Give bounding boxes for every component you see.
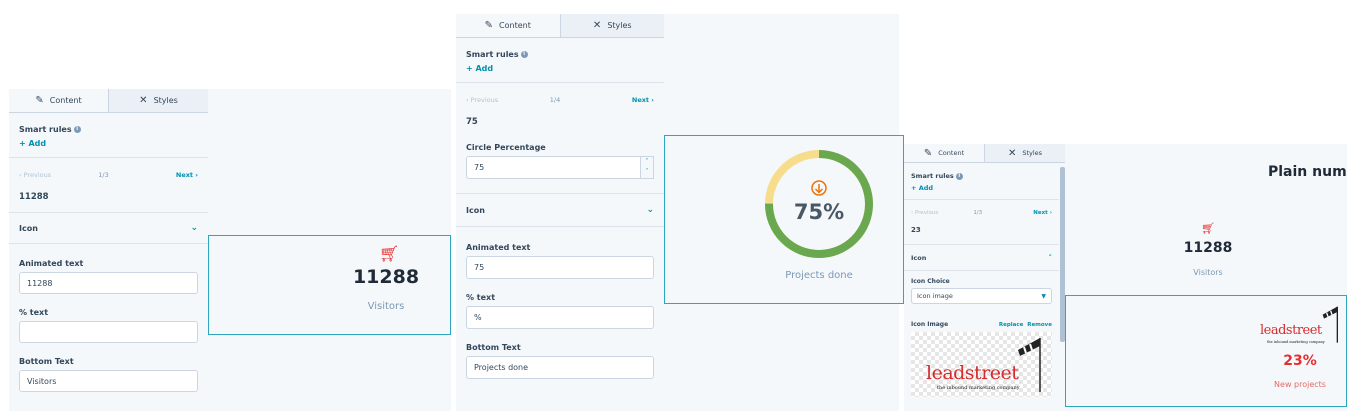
info-icon: i — [73, 126, 81, 133]
styles-icon: ✕ — [139, 95, 148, 106]
arrow-down-icon — [814, 184, 824, 194]
bottom-text-label: Bottom Text — [19, 357, 74, 366]
pencil-icon: ✎ — [35, 95, 44, 106]
pct-caption: New projects — [1274, 380, 1326, 389]
next-button[interactable]: Next › — [1033, 210, 1052, 216]
bottom-text-input[interactable]: Visitors — [19, 370, 198, 392]
circle-widget[interactable]: 75% Projects done — [664, 135, 904, 304]
page-count: 1/4 — [549, 96, 561, 104]
smart-rules-label: Smart rules i — [911, 172, 1052, 180]
tab-content[interactable]: ✎ Content — [456, 14, 560, 37]
chevron-up-icon[interactable]: ˄ — [646, 158, 649, 165]
animated-text-input[interactable]: 75 — [466, 256, 654, 279]
preview-caption: Visitors — [1193, 268, 1223, 277]
circle-percentage-label: Circle Percentage — [466, 143, 546, 152]
right-editor-panel: ✎ Content ✕ Styles Smart rules i + Add ‹ Pr… — [904, 144, 1065, 411]
cart-icon: 🛒︎ — [379, 244, 400, 263]
editor-tabs: ✎ Content ✕ Styles — [9, 89, 208, 113]
pct-text-label: % text — [19, 308, 49, 317]
icon-accordion[interactable]: Icon ⌄ — [456, 194, 664, 226]
pct-number: 23% — [1283, 353, 1317, 369]
animated-text-label: Animated text — [466, 243, 531, 252]
item-value: 23 — [911, 226, 921, 234]
animated-text-input[interactable]: 11288 — [19, 272, 198, 294]
styles-icon: ✕ — [592, 20, 602, 31]
item-value: 11288 — [19, 192, 49, 202]
bottom-text-input[interactable]: Projects done — [466, 356, 654, 379]
tab-content[interactable]: ✎ Content — [904, 144, 984, 162]
preview-heading: Plain num — [1268, 164, 1347, 180]
tab-styles[interactable]: ✕ Styles — [984, 144, 1065, 162]
circle-percentage-input[interactable]: 75 — [466, 156, 651, 179]
add-smart-rule-button[interactable]: + Add — [911, 184, 1052, 192]
icon-choice-label: Icon Choice — [911, 278, 950, 285]
smart-rules-label: Smart rules i — [466, 50, 654, 59]
info-icon: i — [955, 172, 963, 180]
previous-button[interactable]: ‹ Previous — [911, 210, 938, 216]
number-stepper[interactable]: ˄ ˅ — [640, 156, 654, 179]
icon-accordion[interactable]: Icon ˄ — [904, 245, 1059, 270]
left-number-widget[interactable]: 🛒︎ 11288 Visitors — [208, 235, 451, 335]
tab-content[interactable]: ✎ Content — [9, 89, 108, 112]
widget-number: 11288 — [352, 266, 420, 288]
tab-styles[interactable]: ✕ Styles — [108, 89, 208, 112]
tab-styles[interactable]: ✕ Styles — [559, 14, 664, 37]
add-smart-rule-button[interactable]: + Add — [466, 64, 654, 73]
pct-text-input[interactable]: % — [466, 306, 654, 329]
widget-caption: Visitors — [367, 301, 405, 312]
left-editor-panel: ✎ Content ✕ Styles Smart rules i + Add ‹ Pr… — [9, 89, 208, 411]
chevron-down-icon: ⌄ — [190, 223, 198, 233]
bottom-text-label: Bottom Text — [466, 343, 521, 352]
pencil-icon: ✎ — [923, 147, 933, 159]
next-button[interactable]: Next › — [632, 96, 654, 104]
pct-text-input[interactable] — [19, 321, 198, 343]
animated-text-label: Animated text — [19, 259, 84, 268]
preview-number: 11288 — [1183, 240, 1233, 256]
page-count: 1/3 — [973, 210, 983, 216]
leadstreet-tagline: the inbound marketing company — [1267, 340, 1325, 344]
smart-rules-label: Smart rules i — [19, 125, 198, 134]
middle-editor-panel: ✎ Content ✕ Styles Smart rules i + Add ‹ Pr… — [456, 14, 664, 411]
right-image-widget[interactable]: leadstreet the inbound marketing company… — [1065, 295, 1347, 407]
editor-tabs: ✎ Content ✕ Styles — [904, 144, 1065, 163]
styles-icon: ✕ — [1007, 147, 1017, 159]
add-smart-rule-button[interactable]: + Add — [19, 139, 198, 148]
cart-icon: 🛒︎ — [1201, 222, 1215, 235]
icon-image-preview: leadstreet the inbound marketing company — [911, 332, 1052, 397]
page-count: 1/3 — [98, 171, 109, 179]
next-button[interactable]: Next › — [176, 171, 198, 179]
icon-accordion[interactable]: Icon ⌄ — [9, 213, 208, 243]
leadstreet-logo: leadstreet — [926, 362, 1019, 384]
chevron-up-icon: ˄ — [1048, 253, 1053, 262]
chevron-down-icon[interactable]: ˅ — [646, 168, 649, 175]
dropdown-caret-icon: ▼ — [1041, 292, 1046, 300]
chevron-down-icon: ⌄ — [646, 205, 654, 215]
info-icon: i — [520, 51, 528, 58]
icon-choice-select[interactable]: Icon image ▼ — [911, 288, 1052, 304]
pct-text-label: % text — [466, 293, 496, 302]
circle-number: 75% — [793, 200, 845, 224]
leadstreet-logo: leadstreet — [1260, 323, 1322, 338]
previous-button[interactable]: ‹ Previous — [466, 96, 498, 104]
leadstreet-flag-icon — [1322, 306, 1338, 343]
pencil-icon: ✎ — [484, 20, 494, 31]
leadstreet-tagline: the inbound marketing company — [937, 385, 1020, 391]
remove-link[interactable]: Remove — [1027, 322, 1052, 328]
circle-caption: Projects done — [785, 270, 853, 281]
previous-button[interactable]: ‹ Previous — [19, 171, 51, 179]
item-value: 75 — [466, 117, 478, 127]
icon-image-label: Icon Image — [911, 321, 949, 328]
replace-link[interactable]: Replace — [999, 322, 1024, 328]
editor-tabs: ✎ Content ✕ Styles — [456, 14, 664, 38]
